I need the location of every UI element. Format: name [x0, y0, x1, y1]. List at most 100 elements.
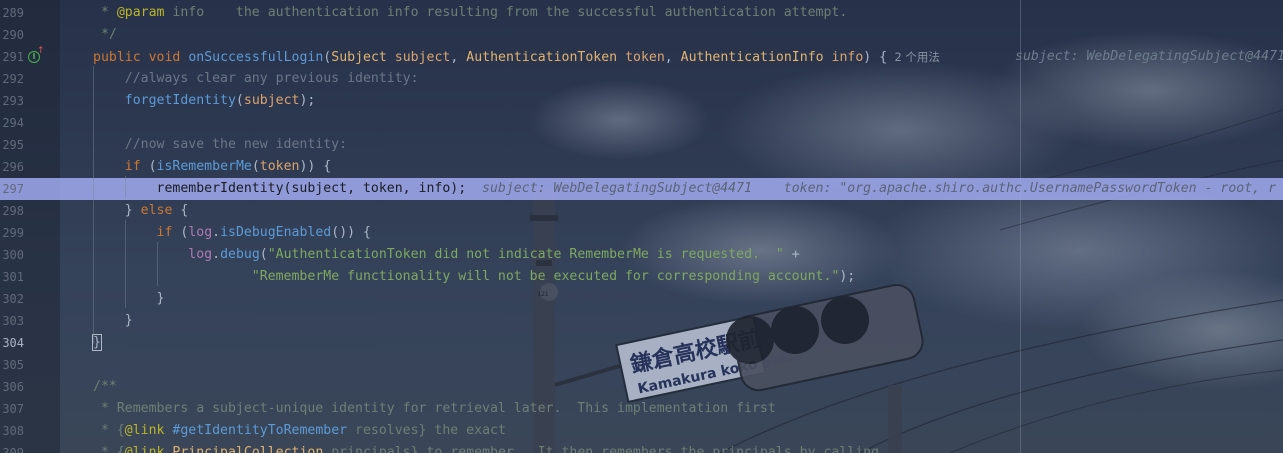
line-number[interactable]: 302 [0, 288, 24, 310]
line-number[interactable]: 293 [0, 90, 24, 112]
indent-guide [157, 242, 158, 286]
indent-guide [93, 66, 94, 344]
code-text[interactable]: log.debug("AuthenticationToken did not i… [93, 244, 799, 266]
line-number[interactable]: 292 [0, 68, 24, 90]
code-line[interactable]: 301 "RememberMe functionality will not b… [0, 266, 1283, 288]
code-text[interactable]: if (log.isDebugEnabled()) { [93, 222, 371, 244]
code-text[interactable]: } else { [93, 200, 189, 222]
code-token: void [148, 50, 181, 65]
code-line[interactable]: 289 * @param info the authentication inf… [0, 2, 1283, 24]
code-line[interactable]: 309 * {@link PrincipalCollection princip… [0, 442, 1283, 453]
code-text[interactable]: //always clear any previous identity: [93, 68, 419, 90]
code-text[interactable]: //now save the new identity: [93, 134, 347, 156]
line-number[interactable]: 289 [0, 2, 24, 24]
highlighted-execution-line[interactable]: 297 rememberIdentity(subject, token, inf… [0, 178, 1283, 200]
code-token: } [93, 203, 141, 218]
code-token: "RememberMe functionality will not be ex… [251, 269, 840, 284]
code-token: public [93, 50, 141, 65]
line-number[interactable]: 297 [0, 178, 24, 200]
indent-guide [125, 176, 126, 198]
line-number[interactable]: 296 [0, 156, 24, 178]
line-number[interactable]: 305 [0, 354, 24, 376]
code-text[interactable]: */ [93, 24, 117, 46]
code-text[interactable]: forgetIdentity(subject); [93, 90, 316, 112]
code-line[interactable]: 308 * {@link #getIdentityToRemember reso… [0, 420, 1283, 442]
code-token: * { [93, 445, 125, 453]
usages-hint[interactable]: 2 个用法 [887, 50, 940, 64]
code-text[interactable]: * Remembers a subject-unique identity fo… [93, 398, 776, 420]
code-token: //always clear any previous identity: [93, 71, 419, 86]
line-number[interactable]: 295 [0, 134, 24, 156]
code-token: isRememberMe [156, 159, 252, 174]
code-token: token [625, 50, 665, 65]
code-token: subject [243, 93, 300, 108]
code-token: principals} to remember. It then remembe… [323, 445, 880, 453]
code-token: ); [299, 93, 316, 108]
line-number[interactable]: 309 [0, 442, 24, 453]
code-text[interactable]: public void onSuccessfulLogin(Subject su… [93, 46, 940, 69]
code-token: )) { [299, 159, 332, 174]
line-number[interactable]: 308 [0, 420, 24, 442]
code-text[interactable]: * {@link #getIdentityToRemember resolves… [93, 420, 506, 442]
line-number[interactable]: 307 [0, 398, 24, 420]
code-token: ()) { [331, 225, 371, 240]
code-text[interactable]: * @param info the authentication info re… [93, 2, 847, 24]
code-editor[interactable]: 鎌倉高校駅前 Kamakura koko Sta. 121 289 * @par… [0, 0, 1283, 453]
code-line[interactable]: 307 * Remembers a subject-unique identit… [0, 398, 1283, 420]
code-token: @link [124, 445, 165, 453]
line-number[interactable]: 299 [0, 222, 24, 244]
code-line[interactable]: 290 */ [0, 24, 1283, 46]
code-line[interactable]: 302 } [0, 288, 1283, 310]
line-number[interactable]: 300 [0, 244, 24, 266]
code-token: else [140, 203, 173, 218]
code-token: /** [93, 379, 117, 394]
code-line[interactable]: 293 forgetIdentity(subject); [0, 90, 1283, 112]
code-token: #getIdentityToRemember [172, 423, 348, 438]
code-token: ( [235, 93, 244, 108]
line-number[interactable]: 304 [0, 332, 24, 354]
code-token: . [212, 225, 221, 240]
code-line[interactable]: 292 //always clear any previous identity… [0, 68, 1283, 90]
code-text[interactable]: } [92, 332, 102, 354]
line-number[interactable]: 303 [0, 310, 24, 332]
code-token: { [879, 50, 888, 65]
line-number[interactable]: 291 [0, 46, 24, 68]
code-text[interactable]: rememberIdentity(subject, token, info); … [93, 178, 1277, 200]
code-token: the authentication info resulting from t… [204, 5, 848, 20]
code-token: * [93, 5, 117, 20]
code-line[interactable]: 299 if (log.isDebugEnabled()) { [0, 222, 1283, 244]
code-line[interactable]: 296 if (isRememberMe(token)) { [0, 156, 1283, 178]
line-number[interactable]: 298 [0, 200, 24, 222]
code-text[interactable]: } [93, 288, 165, 310]
code-line[interactable]: 295 //now save the new identity: [0, 134, 1283, 156]
line-number[interactable]: 294 [0, 112, 24, 134]
line-number[interactable]: 290 [0, 24, 24, 46]
line-number[interactable]: 306 [0, 376, 24, 398]
code-line[interactable]: 303 } [0, 310, 1283, 332]
line-number[interactable]: 301 [0, 266, 24, 288]
code-token: rememberIdentity(subject, token, info); [93, 181, 467, 196]
code-text[interactable]: } [93, 310, 133, 332]
code-token: . [212, 247, 221, 262]
up-arrow-icon[interactable]: ↑ [37, 46, 45, 56]
code-text[interactable]: * {@link PrincipalCollection principals}… [93, 442, 879, 453]
code-line[interactable]: 305 [0, 354, 1283, 376]
code-line[interactable]: 300 log.debug("AuthenticationToken did n… [0, 244, 1283, 266]
code-line[interactable]: 294 [0, 112, 1283, 134]
code-token: } [93, 313, 133, 328]
code-line[interactable]: 291 public void onSuccessfulLogin(Subject… [0, 46, 1283, 68]
code-token: @param [116, 5, 165, 20]
code-token: "AuthenticationToken did not indicate Re… [267, 247, 784, 262]
code-line[interactable]: 298 } else { [0, 200, 1283, 222]
code-token: , [664, 50, 681, 65]
code-token: resolves} the exact [347, 423, 506, 438]
code-line[interactable]: 306 /** [0, 376, 1283, 398]
code-token: ( [259, 247, 268, 262]
code-line[interactable]: 304} [0, 332, 1283, 354]
code-text[interactable]: "RememberMe functionality will not be ex… [93, 266, 855, 288]
code-token: ( [251, 159, 260, 174]
code-text[interactable]: if (isRememberMe(token)) { [93, 156, 331, 178]
code-text[interactable]: /** [93, 376, 117, 398]
